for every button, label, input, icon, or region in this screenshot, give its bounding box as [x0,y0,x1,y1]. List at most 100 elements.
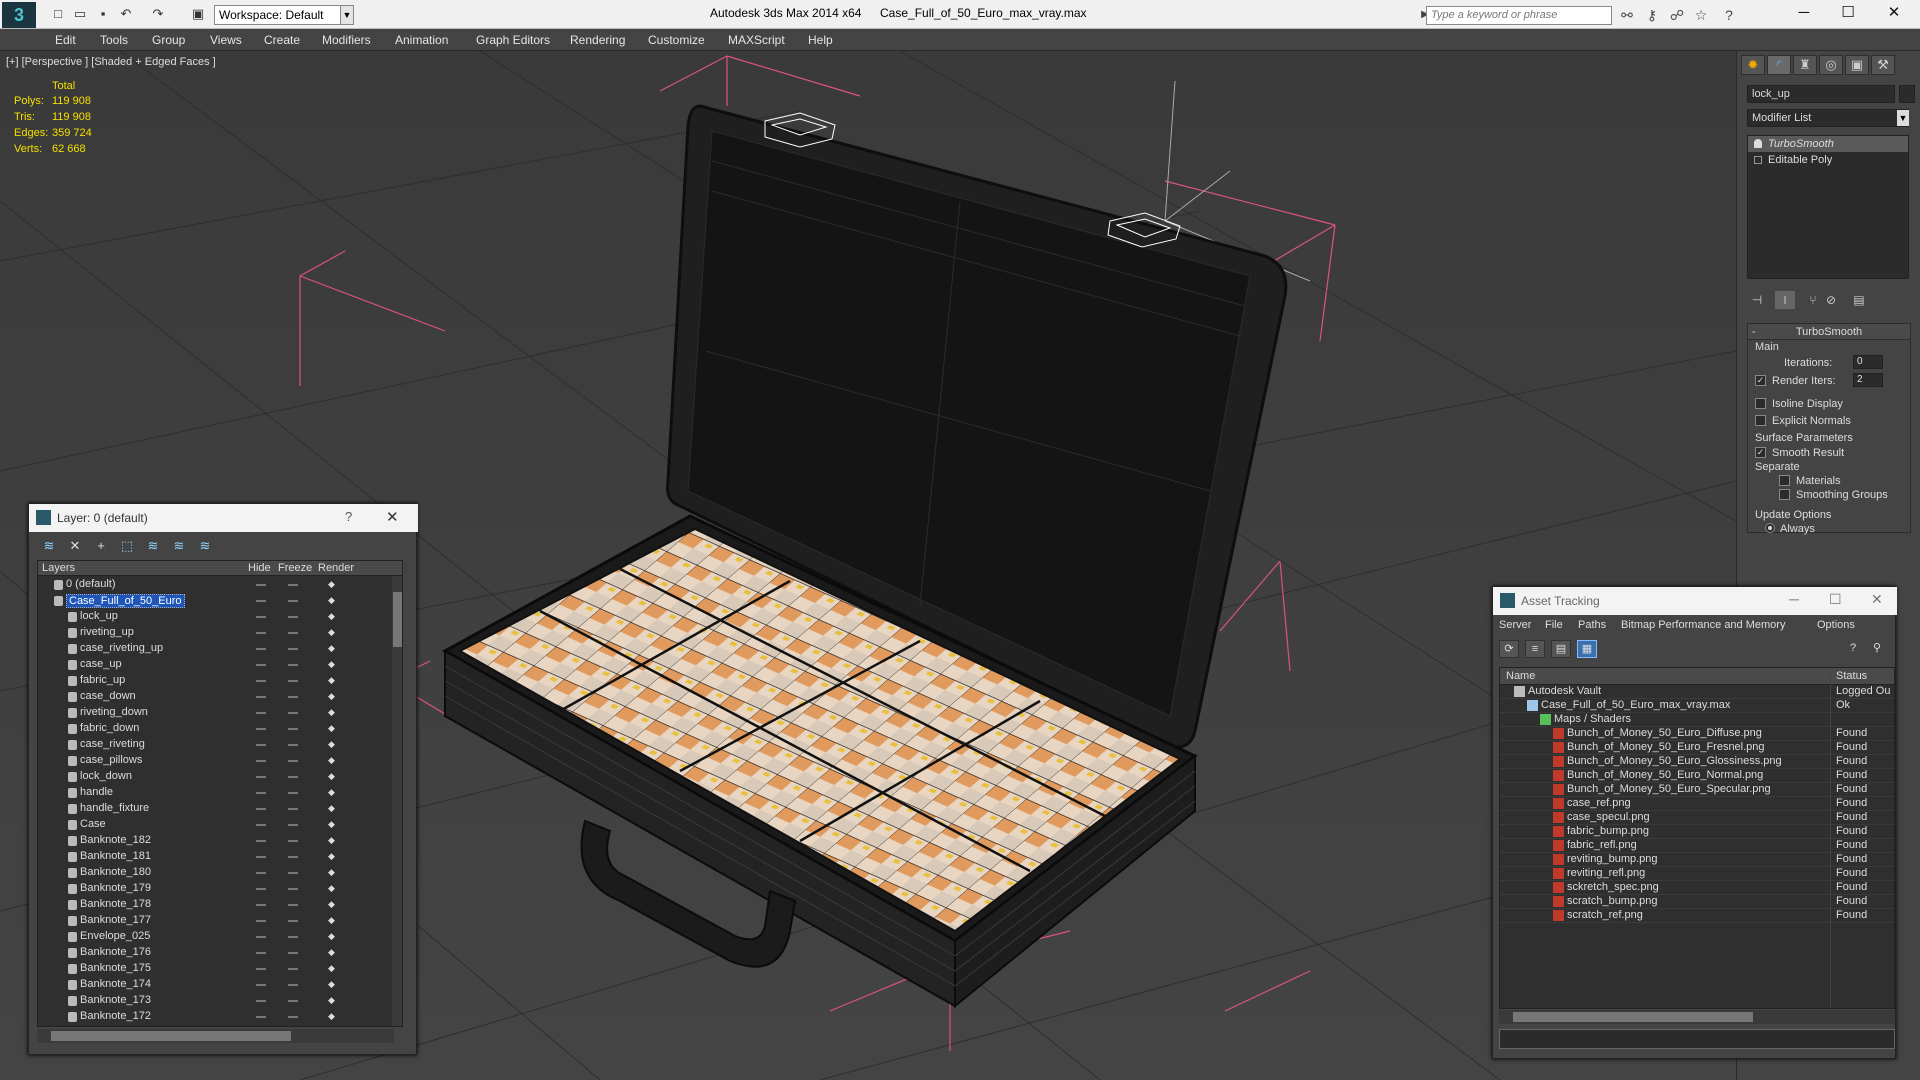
render-teapot-icon[interactable]: ◆ [328,580,338,589]
freeze-toggle[interactable] [288,952,298,954]
render-teapot-icon[interactable]: ◆ [328,788,338,797]
freeze-toggle[interactable] [288,824,298,826]
asset-row[interactable]: fabric_refl.png Found [1500,839,1894,853]
rollout-header[interactable]: - TurboSmooth [1748,324,1910,340]
column-layers[interactable]: Layers [42,562,75,574]
add-to-layer-icon[interactable]: + [91,537,111,555]
hide-toggle[interactable] [256,920,266,922]
star-icon[interactable]: ☆ [1692,6,1710,24]
asset-row[interactable]: fabric_bump.png Found [1500,825,1894,839]
render-iters-checkbox[interactable]: ✓ [1755,375,1766,386]
modifier-list-dropdown[interactable]: Modifier List [1747,109,1909,127]
hide-toggle[interactable] [256,584,266,586]
hide-toggle[interactable] [256,1016,266,1018]
help-search-icon[interactable]: ⚲ [1867,640,1887,658]
menu-tools[interactable]: Tools [100,33,128,47]
show-end-result-icon[interactable]: ⏽ [1775,291,1795,309]
create-tab-icon[interactable]: ✹ [1741,55,1765,75]
modifier-stack[interactable]: TurboSmooth Editable Poly [1747,135,1909,279]
column-hide[interactable]: Hide [248,562,271,574]
render-teapot-icon[interactable]: ◆ [328,884,338,893]
hide-toggle[interactable] [256,632,266,634]
display-tab-icon[interactable]: ▣ [1845,55,1869,75]
layer-row[interactable]: 0 (default) ◆ [38,577,398,593]
layer-object-row[interactable]: Banknote_173 ◆ [38,993,398,1009]
smoothing-groups-checkbox[interactable] [1779,489,1790,500]
menu-paths[interactable]: Paths [1578,619,1606,631]
render-teapot-icon[interactable]: ◆ [328,756,338,765]
hide-toggle[interactable] [256,792,266,794]
render-teapot-icon[interactable]: ◆ [328,708,338,717]
freeze-toggle[interactable] [288,648,298,650]
hide-toggle[interactable] [256,680,266,682]
asset-row[interactable]: Bunch_of_Money_50_Euro_Specular.png Found [1500,783,1894,797]
explicit-normals-checkbox[interactable] [1755,415,1766,426]
hide-toggle[interactable] [256,872,266,874]
asset-row[interactable]: Case_Full_of_50_Euro_max_vray.max Ok [1500,699,1894,713]
communication-center-icon[interactable]: ☍ [1668,6,1686,24]
expand-box-icon[interactable] [1754,156,1762,164]
freeze-toggle[interactable] [288,904,298,906]
layer-object-row[interactable]: lock_up ◆ [38,609,398,625]
remove-modifier-icon[interactable]: ⊘ [1821,291,1841,309]
layer-object-row[interactable]: fabric_up ◆ [38,673,398,689]
freeze-toggle[interactable] [288,696,298,698]
minimize-button[interactable]: ─ [1789,591,1799,607]
layer-object-row[interactable]: Banknote_172 ◆ [38,1009,398,1025]
chevron-down-icon[interactable]: ▼ [1897,110,1909,126]
viewport-label[interactable]: [+] [Perspective ] [Shaded + Edged Faces… [6,56,216,68]
layer-object-row[interactable]: Banknote_180 ◆ [38,865,398,881]
hide-toggle[interactable] [256,648,266,650]
collapse-icon[interactable]: - [1752,324,1756,340]
layer-object-row[interactable]: Banknote_176 ◆ [38,945,398,961]
layer-object-row[interactable]: handle_fixture ◆ [38,801,398,817]
hide-toggle[interactable] [256,840,266,842]
hierarchy-tab-icon[interactable]: ♜ [1793,55,1817,75]
freeze-toggle[interactable] [288,920,298,922]
utilities-tab-icon[interactable]: ⚒ [1871,55,1895,75]
layer-object-row[interactable]: case_riveting_up ◆ [38,641,398,657]
asset-row[interactable]: reviting_refl.png Found [1500,867,1894,881]
scroll-thumb[interactable] [1513,1012,1753,1022]
layer-object-row[interactable]: case_down ◆ [38,689,398,705]
redo-icon[interactable]: ↷ [150,6,166,22]
asset-row[interactable]: Bunch_of_Money_50_Euro_Diffuse.png Found [1500,727,1894,741]
refresh-icon[interactable]: ⟳ [1499,640,1519,658]
help-icon[interactable]: ? [1720,6,1738,24]
render-teapot-icon[interactable]: ◆ [328,628,338,637]
render-teapot-icon[interactable]: ◆ [328,596,338,605]
freeze-toggle[interactable] [288,872,298,874]
layer-object-row[interactable]: Banknote_175 ◆ [38,961,398,977]
close-icon[interactable]: ✕ [1871,591,1883,608]
close-button[interactable]: ✕ [1876,2,1912,24]
hide-toggle[interactable] [256,968,266,970]
render-teapot-icon[interactable]: ◆ [328,900,338,909]
layer-object-row[interactable]: lock_down ◆ [38,769,398,785]
menu-create[interactable]: Create [264,33,300,47]
column-name[interactable]: Name [1506,670,1535,682]
menu-help[interactable]: Help [808,33,833,47]
menu-maxscript[interactable]: MAXScript [728,33,785,47]
hide-toggle[interactable] [256,952,266,954]
hide-toggle[interactable] [256,936,266,938]
asset-row[interactable]: Maps / Shaders [1500,713,1894,727]
freeze-toggle[interactable] [288,936,298,938]
freeze-toggle[interactable] [288,712,298,714]
object-name-field[interactable]: lock_up [1747,85,1895,103]
create-layer-icon[interactable]: ≋ [39,537,59,555]
isoline-checkbox[interactable] [1755,398,1766,409]
render-teapot-icon[interactable]: ◆ [328,804,338,813]
asset-dialog-titlebar[interactable]: Asset Tracking ─ ☐ ✕ [1493,587,1897,615]
menu-graph-editors[interactable]: Graph Editors [476,33,550,47]
hide-toggle[interactable] [256,600,266,602]
freeze-all-layers-icon[interactable]: ≋ [195,537,215,555]
asset-row[interactable]: reviting_bump.png Found [1500,853,1894,867]
workspace-dropdown[interactable]: Workspace: Default [214,5,352,25]
iterations-spinner[interactable]: 0 [1853,355,1883,369]
layer-object-row[interactable]: Banknote_174 ◆ [38,977,398,993]
layer-object-row[interactable]: fabric_down ◆ [38,721,398,737]
list-view-icon[interactable]: ≡ [1525,640,1545,658]
asset-row[interactable]: Bunch_of_Money_50_Euro_Fresnel.png Found [1500,741,1894,755]
smooth-result-checkbox[interactable]: ✓ [1755,447,1766,458]
project-folder-icon[interactable]: ▣ [190,6,206,22]
